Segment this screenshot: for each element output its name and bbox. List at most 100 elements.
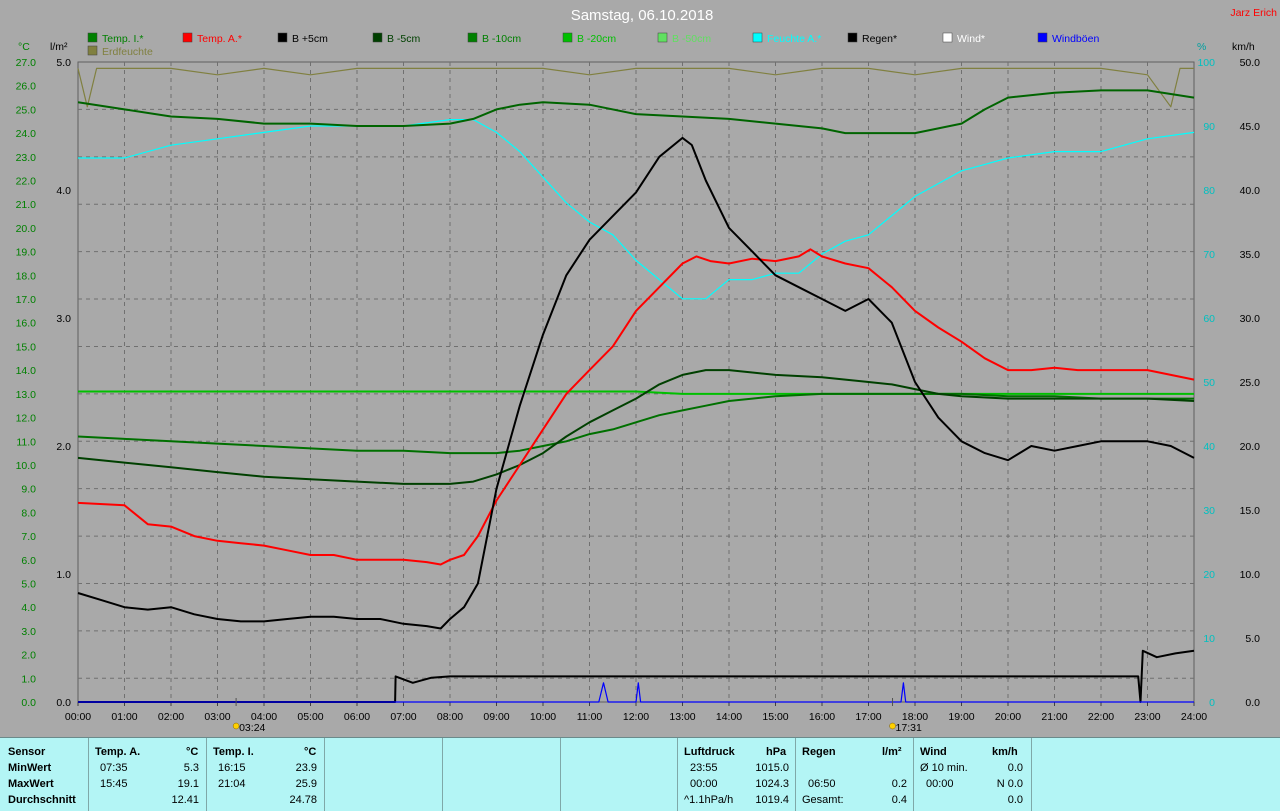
- rain-tick-label: 0.0: [56, 697, 71, 709]
- legend-label: Temp. I.*: [102, 33, 143, 45]
- wind-tick-label: 10.0: [1240, 569, 1261, 581]
- temp-a-max-time: 15:45: [100, 778, 128, 790]
- wind-unit: km/h: [992, 746, 1018, 758]
- humidity-tick-label: 80: [1203, 185, 1215, 197]
- temp-i-unit: °C: [304, 746, 317, 758]
- temp-i-min-time: 16:15: [218, 762, 246, 774]
- temp-i-avg: 24.78: [289, 794, 317, 806]
- rain-tick-label: 1.0: [56, 569, 71, 581]
- wind-tick-label: 15.0: [1240, 505, 1261, 517]
- temp-a-avg: 12.41: [171, 794, 199, 806]
- temp-tick-label: 0.0: [21, 697, 36, 709]
- temp-tick-label: 3.0: [21, 626, 36, 638]
- pressure-r3-time: ^1.1hPa/h: [684, 794, 734, 806]
- temp-a-title: Temp. A.: [95, 746, 141, 758]
- temp-tick-label: 10.0: [16, 460, 37, 472]
- temp-tick-label: 17.0: [16, 294, 37, 306]
- humidity-tick-label: 0: [1209, 697, 1215, 709]
- legend-label: Erdfeuchte: [102, 46, 153, 58]
- rain-r3-time: Gesamt:: [802, 794, 844, 806]
- humidity-tick-label: 30: [1203, 505, 1215, 517]
- rain-tick-label: 5.0: [56, 57, 71, 69]
- x-tick-label: 05:00: [297, 711, 323, 723]
- temp-tick-label: 19.0: [16, 247, 37, 259]
- legend-swatch: [277, 32, 288, 43]
- chart-title: Samstag, 06.10.2018: [571, 7, 714, 24]
- legend-label: B -50cm: [672, 33, 711, 45]
- legend: Temp. I.* Temp. A.* B +5cm B -5cm B -10cm B -…: [87, 32, 1099, 58]
- x-tick-label: 12:00: [623, 711, 649, 723]
- wind-tick-label: 40.0: [1240, 185, 1261, 197]
- legend-label: Feuchte A.*: [767, 33, 821, 45]
- stats-table: Sensor MinWert MaxWert Durchschnitt Temp…: [0, 737, 1280, 811]
- x-tick-label: 22:00: [1088, 711, 1114, 723]
- rain-unit: l/m²: [882, 746, 902, 758]
- row-label-avg: Durchschnitt: [8, 794, 76, 806]
- temp-a-min-time: 07:35: [100, 762, 128, 774]
- wind-r1-time: Ø 10 min.: [920, 762, 968, 774]
- temp-tick-label: 7.0: [21, 531, 36, 543]
- legend-label: Temp. A.*: [197, 33, 242, 45]
- humidity-tick-label: 100: [1197, 57, 1215, 69]
- temp-tick-label: 13.0: [16, 389, 37, 401]
- legend-label: Windböen: [1052, 33, 1099, 45]
- x-tick-label: 00:00: [65, 711, 91, 723]
- wind-tick-label: 25.0: [1240, 377, 1261, 389]
- x-tick-label: 08:00: [437, 711, 463, 723]
- temp-a-min: 5.3: [183, 762, 199, 774]
- sensor-label: Sensor: [8, 746, 46, 758]
- temp-i-title: Temp. I.: [213, 746, 254, 758]
- rain-axis-unit: l/m²: [50, 41, 68, 53]
- temp-tick-label: 11.0: [16, 436, 36, 448]
- x-tick-label: 20:00: [995, 711, 1021, 723]
- legend-swatch: [87, 32, 98, 43]
- sunset-label: 17:31: [896, 722, 922, 734]
- wind-r1: 0.0: [1007, 762, 1023, 774]
- x-tick-label: 13:00: [669, 711, 695, 723]
- sunrise-label: 03:24: [239, 722, 265, 734]
- wind-title: Wind: [920, 746, 947, 758]
- wind-axis-unit: km/h: [1232, 41, 1255, 53]
- rain-tick-label: 2.0: [56, 441, 71, 453]
- humidity-tick-label: 50: [1203, 377, 1215, 389]
- humidity-tick-label: 60: [1203, 313, 1215, 325]
- temp-tick-label: 25.0: [16, 104, 37, 116]
- pressure-title: Luftdruck: [684, 746, 735, 758]
- x-tick-label: 10:00: [530, 711, 556, 723]
- humidity-tick-label: 20: [1203, 569, 1215, 581]
- legend-swatch: [942, 32, 953, 43]
- temp-tick-label: 21.0: [16, 199, 37, 211]
- legend-swatch: [752, 32, 763, 43]
- legend-swatch: [182, 32, 193, 43]
- temp-axis-unit: °C: [18, 41, 30, 53]
- humidity-tick-label: 40: [1203, 441, 1215, 453]
- temp-tick-label: 16.0: [16, 318, 37, 330]
- x-tick-label: 23:00: [1134, 711, 1160, 723]
- x-tick-label: 19:00: [948, 711, 974, 723]
- temp-tick-label: 1.0: [21, 673, 36, 685]
- x-tick-label: 11:00: [577, 711, 603, 723]
- temp-a-unit: °C: [186, 746, 199, 758]
- legend-label: B -10cm: [482, 33, 521, 45]
- temp-tick-label: 26.0: [16, 81, 37, 93]
- temp-tick-label: 18.0: [16, 270, 37, 282]
- x-tick-label: 02:00: [158, 711, 184, 723]
- rain-r3: 0.4: [891, 794, 907, 806]
- legend-label: B -20cm: [577, 33, 616, 45]
- wind-tick-label: 50.0: [1240, 57, 1261, 69]
- temp-tick-label: 2.0: [21, 650, 36, 662]
- legend-swatch: [1037, 32, 1048, 43]
- temp-tick-label: 15.0: [16, 341, 37, 353]
- rain-r2-time: 06:50: [808, 778, 836, 790]
- legend-label: B +5cm: [292, 33, 328, 45]
- x-tick-label: 14:00: [716, 711, 742, 723]
- temp-tick-label: 24.0: [16, 128, 37, 140]
- humidity-tick-label: 70: [1203, 249, 1215, 261]
- rain-tick-label: 3.0: [56, 313, 71, 325]
- pressure-unit: hPa: [766, 746, 787, 758]
- x-tick-label: 21:00: [1041, 711, 1067, 723]
- legend-swatch: [467, 32, 478, 43]
- legend-label: B -5cm: [387, 33, 421, 45]
- wind-r2-time: 00:00: [926, 778, 954, 790]
- wind-tick-label: 35.0: [1240, 249, 1261, 261]
